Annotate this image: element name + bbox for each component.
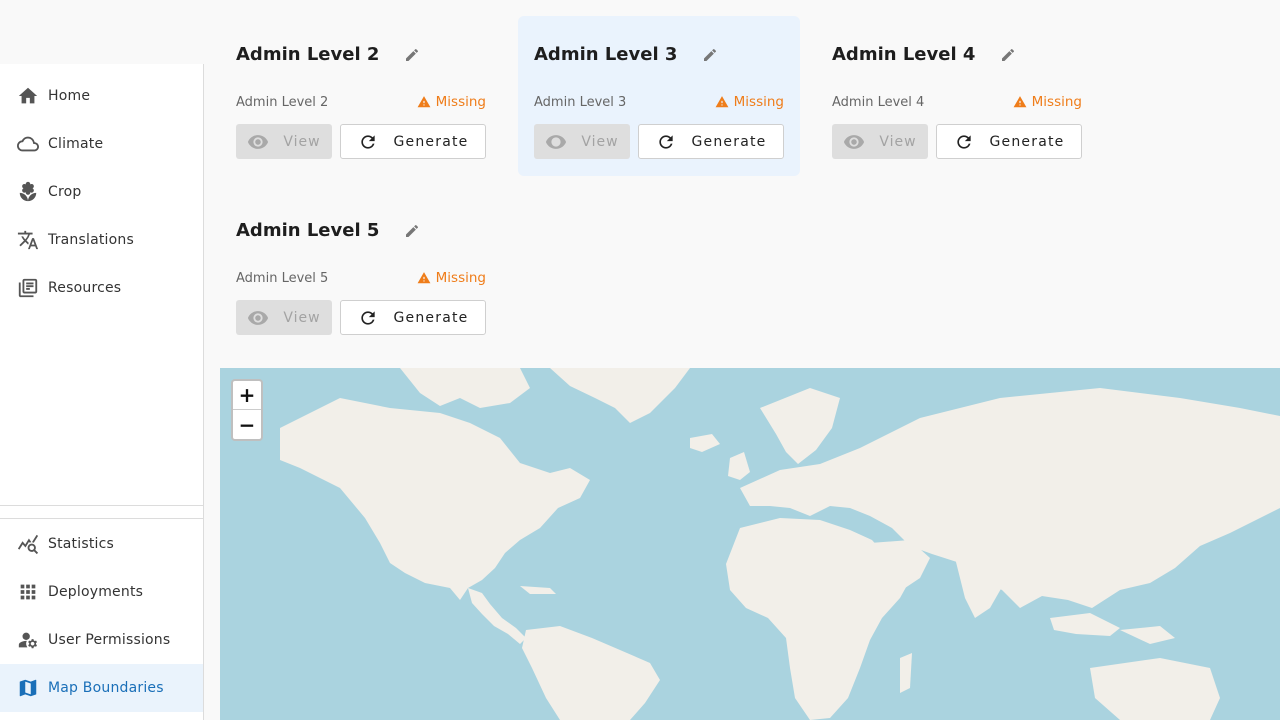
cloud-icon — [16, 132, 40, 156]
refresh-icon — [658, 134, 673, 149]
admin-level-card: Admin Level 3 Admin Level 3 Missing View… — [518, 16, 800, 176]
eye-icon — [844, 134, 865, 149]
refresh-icon — [360, 134, 375, 149]
view-button[interactable]: View — [236, 124, 332, 159]
card-title: Admin Level 5 — [236, 220, 380, 241]
generate-button[interactable]: Generate — [340, 124, 486, 159]
sidebar-item-label: Resources — [48, 280, 122, 296]
generate-button-label: Generate — [393, 133, 469, 150]
zoom-out-button[interactable]: − — [233, 410, 261, 439]
status-text: Missing — [733, 94, 784, 110]
generate-button[interactable]: Generate — [936, 124, 1082, 159]
view-button[interactable]: View — [236, 300, 332, 335]
sidebar-item-user-permissions[interactable]: User Permissions — [0, 616, 203, 664]
sprout-icon — [16, 180, 40, 204]
generate-button-label: Generate — [989, 133, 1065, 150]
pencil-icon[interactable] — [403, 222, 421, 240]
generate-button[interactable]: Generate — [638, 124, 784, 159]
status-text: Missing — [435, 94, 486, 110]
eye-icon — [546, 134, 567, 149]
admin-level-card: Admin Level 2 Admin Level 2 Missing View… — [218, 16, 500, 176]
sidebar-top-group: Home Climate Crop Translations Resources — [0, 72, 203, 312]
status-badge: Missing — [715, 94, 784, 110]
view-button-label: View — [879, 133, 917, 150]
sidebar-item-label: Crop — [48, 184, 82, 200]
card-title: Admin Level 2 — [236, 44, 380, 65]
generate-button[interactable]: Generate — [340, 300, 486, 335]
chart-search-icon — [16, 532, 40, 556]
sidebar-bottom-group: Statistics Deployments User Permissions … — [0, 520, 203, 712]
pencil-icon[interactable] — [999, 46, 1017, 64]
view-button[interactable]: View — [534, 124, 630, 159]
warning-icon — [417, 96, 431, 108]
admin-level-card: Admin Level 4 Admin Level 4 Missing View… — [814, 16, 1096, 176]
status-text: Missing — [1031, 94, 1082, 110]
grid-icon — [16, 580, 40, 604]
status-badge: Missing — [1013, 94, 1082, 110]
pencil-icon[interactable] — [701, 46, 719, 64]
warning-icon — [417, 272, 431, 284]
sidebar-item-crop[interactable]: Crop — [0, 168, 203, 216]
generate-button-label: Generate — [393, 309, 469, 326]
library-icon — [16, 276, 40, 300]
map-icon — [16, 676, 40, 700]
refresh-icon — [956, 134, 971, 149]
home-icon — [16, 84, 40, 108]
sidebar-item-label: Statistics — [48, 536, 114, 552]
view-button-label: View — [581, 133, 619, 150]
status-text: Missing — [435, 270, 486, 286]
generate-button-label: Generate — [691, 133, 767, 150]
card-title: Admin Level 4 — [832, 44, 976, 65]
sidebar-item-label: Map Boundaries — [48, 680, 164, 696]
eye-icon — [248, 134, 269, 149]
sidebar-item-statistics[interactable]: Statistics — [0, 520, 203, 568]
sidebar-item-label: User Permissions — [48, 632, 171, 648]
world-map-basemap — [280, 368, 1280, 720]
eye-icon — [248, 310, 269, 325]
refresh-icon — [360, 310, 375, 325]
view-button-label: View — [283, 133, 321, 150]
sidebar-item-resources[interactable]: Resources — [0, 264, 203, 312]
sidebar-divider — [0, 505, 203, 506]
sidebar-item-translations[interactable]: Translations — [0, 216, 203, 264]
sidebar-item-home[interactable]: Home — [0, 72, 203, 120]
sidebar-item-label: Home — [48, 88, 91, 104]
warning-icon — [1013, 96, 1027, 108]
card-title: Admin Level 3 — [534, 44, 678, 65]
sidebar-divider — [0, 518, 203, 519]
sidebar-item-label: Climate — [48, 136, 104, 152]
sidebar-item-deployments[interactable]: Deployments — [0, 568, 203, 616]
sidebar-item-map-boundaries[interactable]: Map Boundaries — [0, 664, 203, 712]
status-badge: Missing — [417, 94, 486, 110]
admin-level-card: Admin Level 5 Admin Level 5 Missing View… — [218, 192, 500, 352]
user-settings-icon — [16, 628, 40, 652]
zoom-in-button[interactable]: + — [233, 381, 261, 410]
sidebar-item-label: Translations — [48, 232, 134, 248]
zoom-control: + − — [231, 379, 263, 441]
pencil-icon[interactable] — [403, 46, 421, 64]
sidebar-item-label: Deployments — [48, 584, 144, 600]
card-subtitle: Admin Level 4 — [832, 94, 925, 110]
map-view[interactable]: + − — [220, 368, 1280, 720]
status-badge: Missing — [417, 270, 486, 286]
card-subtitle: Admin Level 2 — [236, 94, 329, 110]
sidebar: Home Climate Crop Translations Resources — [0, 64, 204, 720]
view-button[interactable]: View — [832, 124, 928, 159]
translate-icon — [16, 228, 40, 252]
sidebar-item-climate[interactable]: Climate — [0, 120, 203, 168]
card-subtitle: Admin Level 5 — [236, 270, 329, 286]
card-subtitle: Admin Level 3 — [534, 94, 627, 110]
warning-icon — [715, 96, 729, 108]
view-button-label: View — [283, 309, 321, 326]
